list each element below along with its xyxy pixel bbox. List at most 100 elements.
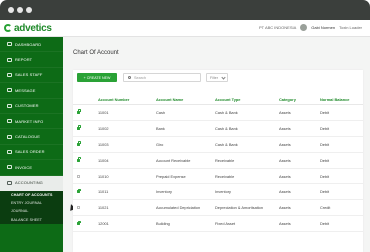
sidebar-item-label: REPORT [15,57,33,63]
main-content: Chart Of Account + CREATE NEW Filter Acc… [63,37,370,252]
column-header-account-number[interactable]: Account Number [98,94,156,105]
user-company: Toxin Loader [339,25,362,30]
cell-number: 11010 [98,168,156,185]
search-icon [128,76,131,79]
submenu-item-chart-of-accounts[interactable]: CHART OF ACCOUNTS [0,191,63,199]
cell-category: Assets [279,152,320,169]
table-row[interactable]: 11004 Account Receivable Receivable Assets D… [73,152,363,169]
column-header-account-type[interactable]: Account Type [215,94,279,105]
cell-balance: Debit [320,152,363,169]
sidebar-item-label: ACCOUNTING [15,180,43,186]
sidebar-item-label: MARKET INFO [15,118,44,124]
cell-name: Cash [156,104,215,121]
accounts-card: + CREATE NEW Filter Account Number Accou… [73,70,363,252]
cell-category: Assets [279,136,320,153]
sidebar-item-label: CUSTOMER [15,103,39,109]
cell-balance: Debit [320,215,363,233]
filter-label: Filter [210,75,218,80]
sales-order-icon [7,149,12,154]
catalogue-icon [7,134,12,139]
table-row[interactable]: 11010 Prepaid Expense Receivable Assets Debi… [73,168,363,185]
table-row[interactable]: 11002 Bank Cash & Bank Assets Debit [73,120,363,137]
table-row[interactable]: 11003 Giro Cash & Bank Assets Debit [73,136,363,153]
search-input[interactable] [134,75,194,80]
cell-category: Assets [279,183,320,201]
customer-icon [7,103,12,108]
cell-name: Prepaid Expense [156,168,215,185]
submenu-item-journal[interactable]: JOURNAL [0,207,63,215]
cell-balance: Debit [320,183,363,201]
sidebar-item-sales-staff[interactable]: SALES STAFF [0,68,63,84]
window-minimize-dot[interactable] [17,7,23,13]
sidebar-item-catalogue[interactable]: CATALOGUE [0,129,63,145]
sidebar: DASHBOARD REPORT SALES STAFF MESSAGE CUSTOME… [0,37,63,252]
status-cell [73,183,98,201]
cell-category: Assets [279,104,320,121]
page-title: Chart Of Account [73,50,119,56]
table-body: 11001 Cash Cash & Bank Assets Debit 11002 Bank… [73,104,363,233]
sidebar-item-label: SALES ORDER [15,149,45,155]
filter-dropdown[interactable]: Filter [206,73,228,82]
column-header-normal-balance[interactable]: Normal Balance [320,94,363,105]
column-header-account-name[interactable]: Account Name [156,94,215,105]
cell-balance: Debit [320,120,363,137]
cell-category: Assets [279,199,320,217]
table-row[interactable]: 11021 Accumulated Depriciation Depreciatio… [73,199,363,217]
table-header-row: Account Number Account Name Account Type… [73,94,363,105]
cell-balance: Debit [320,104,363,121]
cell-name: Accumulated Depriciation [156,199,215,217]
window-maximize-dot[interactable] [26,7,32,13]
sidebar-item-message[interactable]: MESSAGE [0,83,63,99]
row-checkbox[interactable] [77,174,80,178]
app-window: advetics PT ABC INDONESIA Gabi Normen To… [0,0,370,252]
status-cell [73,152,98,169]
cell-number: 11003 [98,136,156,153]
table-row[interactable]: 12001 Building Fixed Asset Assets Debit [73,215,363,233]
sidebar-item-market-info[interactable]: MARKET INFO [0,114,63,130]
user-name[interactable]: Gabi Normen [311,25,335,30]
sidebar-item-report[interactable]: REPORT [0,52,63,68]
sidebar-item-label: DASHBOARD [15,41,42,47]
cell-type: Cash & Bank [215,104,279,121]
submenu-item-balance-sheet[interactable]: BALANCE SHEET [0,215,63,223]
submenu-item-entry-journal[interactable]: ENTRY JOURNAL [0,199,63,207]
column-header-category[interactable]: Category [279,94,320,105]
cell-number: 11011 [98,183,156,201]
sidebar-item-dashboard[interactable]: DASHBOARD [0,37,63,53]
invoice-icon [7,165,12,170]
search-box[interactable] [123,73,201,82]
status-cell [73,120,98,137]
status-cell [73,104,98,121]
sidebar-item-invoice[interactable]: INVOICE [0,160,63,176]
sidebar-item-accounting[interactable]: ACCOUNTING [0,175,63,191]
table-row[interactable]: 11001 Cash Cash & Bank Assets Debit [73,104,363,121]
avatar[interactable] [300,24,308,31]
row-checkbox[interactable] [77,206,80,210]
status-cell [73,215,98,233]
cell-balance: Credit [320,199,363,217]
dashboard-icon [7,42,12,47]
sidebar-item-label: MESSAGE [15,87,36,93]
window-close-dot[interactable] [8,7,14,13]
table-row[interactable]: 11011 Inventory Inventory Assets Debit [73,183,363,201]
create-new-button[interactable]: + CREATE NEW [77,73,117,82]
sidebar-item-customer[interactable]: CUSTOMER [0,99,63,114]
lock-icon [77,188,81,194]
sales-staff-icon [7,72,12,77]
cell-number: 11021 [98,199,156,217]
sidebar-item-sales-order[interactable]: SALES ORDER [0,145,63,161]
cell-type: Cash & Bank [215,120,279,137]
chevron-down-icon [221,74,226,80]
cell-category: Assets [279,215,320,233]
brand-logo[interactable]: advetics [4,21,52,35]
message-icon [7,88,12,93]
sidebar-item-label: CATALOGUE [15,134,40,140]
sidebar-item-label: INVOICE [15,164,33,170]
status-cell [73,136,98,153]
cell-name: Bank [156,120,215,137]
lock-icon [77,141,81,146]
cell-type: Fixed Asset [215,215,279,233]
lock-icon [77,109,81,114]
cell-number: 12001 [98,215,156,233]
lock-icon [77,125,81,130]
